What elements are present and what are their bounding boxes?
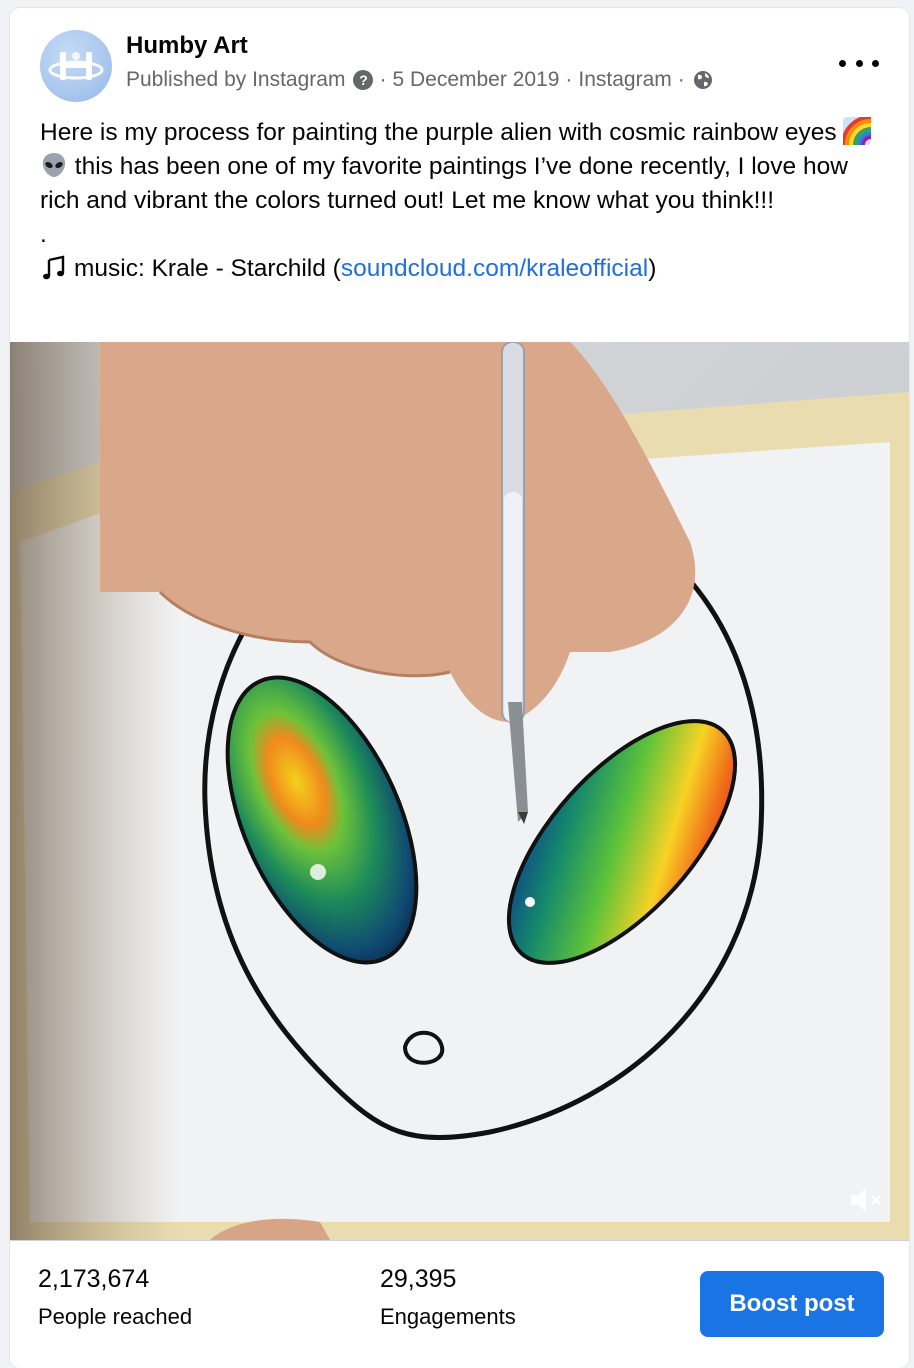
- post-caption: Here is my process for painting the purp…: [40, 116, 890, 286]
- more-dot: [855, 59, 863, 67]
- post-insights: 2,173,674 People reached 29,395 Engageme…: [10, 1240, 909, 1368]
- humby-logo-icon: [48, 52, 104, 80]
- meta-separator: ·: [565, 68, 573, 91]
- reach-label: People reached: [38, 1304, 193, 1329]
- caption-text: this has been one of my favorite paintin…: [40, 153, 848, 214]
- page-name[interactable]: Humby Art: [126, 32, 248, 60]
- post-date[interactable]: 5 December 2019: [392, 68, 559, 92]
- video-frame: [10, 342, 909, 1240]
- reach-stat: 2,173,674 People reached: [38, 1265, 192, 1330]
- post-source: Instagram: [578, 68, 672, 91]
- speaker-muted-icon[interactable]: [847, 1182, 887, 1218]
- rainbow-emoji: [843, 117, 872, 145]
- engagements-value: 29,395: [380, 1265, 457, 1293]
- page-avatar[interactable]: [40, 30, 112, 102]
- caption-text: Here is my process for painting the purp…: [40, 119, 837, 146]
- more-options-button[interactable]: [839, 56, 879, 70]
- engagements-stat: 29,395 Engagements: [380, 1265, 516, 1330]
- meta-separator: ·: [677, 68, 685, 91]
- caption-dot: .: [40, 221, 47, 248]
- published-by: Published by Instagram: [126, 68, 346, 91]
- engagements-label: Engagements: [380, 1304, 516, 1329]
- music-credit: music: Krale - Starchild (: [74, 255, 341, 282]
- globe-icon[interactable]: [693, 70, 713, 90]
- music-credit-close: ): [648, 255, 657, 282]
- reach-value: 2,173,674: [38, 1265, 150, 1293]
- meta-separator: ·: [379, 68, 387, 91]
- question-icon[interactable]: ?: [353, 70, 374, 90]
- more-horizontal-icon: [839, 59, 846, 67]
- more-dot: [872, 59, 879, 67]
- post-card: Humby Art Published by Instagram ? · 5 D…: [10, 8, 909, 1368]
- post-video[interactable]: [10, 342, 909, 1240]
- post-meta: Published by Instagram ? · 5 December 20…: [126, 68, 713, 92]
- alien-emoji: [42, 153, 66, 177]
- musical-notes-icon: [43, 255, 65, 280]
- soundcloud-link[interactable]: soundcloud.com/kraleofficial: [341, 255, 648, 282]
- boost-post-button[interactable]: Boost post: [700, 1271, 884, 1337]
